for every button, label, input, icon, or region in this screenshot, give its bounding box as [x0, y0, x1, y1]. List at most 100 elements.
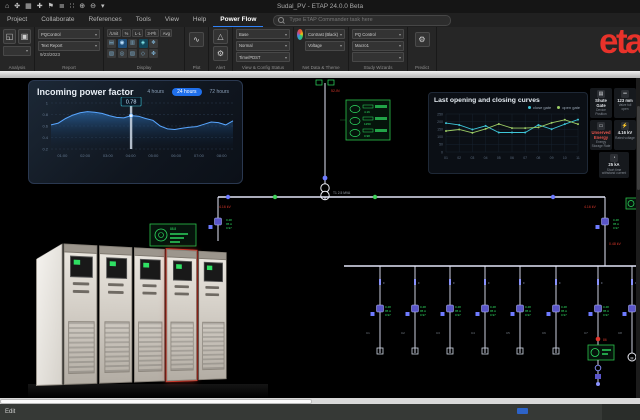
svg-text:09: 09	[550, 156, 554, 160]
switchgear-cabinet-5[interactable]	[198, 251, 227, 380]
svg-text:0.97: 0.97	[420, 313, 426, 317]
range-tab-4-hours[interactable]: 4 hours	[142, 88, 169, 96]
asset-info-panel: ▤Shute GateDevice Position═123 mmValve f…	[590, 88, 638, 178]
ribbon: ◱▣ ▾AnalysisPQControl▾Text Report▾9/23/2…	[0, 27, 640, 72]
ribbon-group-view-config-status: Base▾Normal▾Time/PDST▾View & Config Stat…	[233, 27, 294, 71]
range-tab-24-hours[interactable]: 24 hours	[172, 88, 201, 96]
search-input[interactable]	[287, 16, 446, 24]
svg-text:150: 150	[437, 128, 443, 132]
info-tile-subtitle: Energy Storage Rate	[591, 141, 611, 148]
svg-text:F: F	[601, 281, 603, 285]
theme-dropdown-contrast-black-[interactable]: Contrast (Black)▾	[305, 29, 345, 39]
analysis-icon[interactable]: ◱	[3, 29, 16, 44]
ribbon-dropdown-time-pdst[interactable]: Time/PDST▾	[236, 52, 290, 62]
color-wheel-icon[interactable]	[297, 29, 303, 40]
ribbon-group-report: PQControl▾Text Report▾9/23/2023Report	[35, 27, 104, 71]
info-tile-1[interactable]: ▤Shute GateDevice Position	[590, 88, 612, 118]
report-dropdown-1[interactable]: Text Report▾	[38, 41, 100, 51]
status-corner	[602, 404, 640, 420]
menu-item-view[interactable]: View	[158, 13, 186, 26]
display-option-Avg[interactable]: Avg	[160, 29, 172, 37]
display-icon[interactable]: ✤	[149, 49, 158, 58]
display-icon[interactable]: ▧	[107, 49, 116, 58]
svg-text:02: 02	[457, 156, 461, 160]
cabinet-handle	[206, 286, 220, 289]
svg-text:0.97: 0.97	[603, 313, 609, 317]
display-option-LL[interactable]: L-L	[132, 29, 143, 37]
ribbon-dropdown-pq-control[interactable]: PQ Control▾	[352, 29, 404, 39]
cabinet-handle	[108, 291, 123, 294]
power-factor-range-tabs: 4 hours24 hours 72 hours	[142, 88, 234, 96]
display-option-Unit[interactable]: /Unit	[107, 29, 121, 37]
svg-text:0.98: 0.98	[364, 134, 370, 138]
display-icon[interactable]: ▥	[128, 39, 137, 48]
ruler-icon: ═	[621, 90, 629, 98]
display-option-[interactable]: %	[122, 29, 131, 37]
report-dropdown-0[interactable]: PQControl▾	[38, 29, 100, 39]
menu-item-tools[interactable]: Tools	[129, 13, 158, 26]
menu-item-collaborate[interactable]: Collaborate	[34, 13, 81, 26]
theme-dropdown-voltage[interactable]: Voltage▾	[305, 41, 345, 51]
svg-text:F: F	[488, 281, 490, 285]
switchgear-cabinet-3[interactable]	[134, 247, 165, 382]
svg-text:11: 11	[576, 156, 580, 160]
display-icon[interactable]: ❖	[149, 39, 158, 48]
menu-item-project[interactable]: Project	[0, 13, 34, 26]
svg-text:02:00: 02:00	[80, 153, 91, 158]
switchgear-3d-view[interactable]	[28, 226, 268, 398]
oneline-canvas[interactable]: 52-IN4.1612500.98T1 2.5 MVA4.16 kV4.16 k…	[0, 78, 640, 398]
display-icon[interactable]: ◉	[118, 39, 127, 48]
svg-text:4.16 kV: 4.16 kV	[584, 205, 597, 209]
svg-text:86: 86	[603, 338, 607, 342]
ribbon-dropdown-[interactable]: ▾	[352, 52, 404, 62]
display-icon[interactable]: ◎	[118, 49, 127, 58]
power-factor-chart[interactable]: 10.80.60.40.201:0002:0003:0004:0005:0006…	[37, 97, 236, 169]
range-tab-72-hours[interactable]: 72 hours	[205, 88, 234, 96]
svg-text:1: 1	[46, 101, 49, 106]
tab-power-flow[interactable]: Power Flow	[213, 13, 263, 28]
ribbon-dropdown-normal[interactable]: Normal▾	[236, 41, 290, 51]
svg-text:0.97: 0.97	[525, 313, 531, 317]
analysis-icon[interactable]: ▣	[18, 29, 31, 44]
display-icon[interactable]: ◇	[139, 49, 148, 58]
info-tile-3[interactable]: ▭Unserved EnergyEnergy Storage Rate	[590, 120, 612, 150]
svg-text:01:00: 01:00	[57, 153, 68, 158]
menu-item-references[interactable]: References	[81, 13, 128, 26]
battery-icon: ▭	[597, 122, 605, 130]
svg-text:C1: C1	[366, 331, 370, 335]
alert-settings-icon[interactable]: ⚙	[213, 46, 228, 61]
cabinet-display	[106, 257, 127, 279]
display-icon[interactable]: ▨	[128, 49, 137, 58]
info-tile-2[interactable]: ═123 mmValve full open	[614, 88, 636, 118]
svg-text:05:00: 05:00	[148, 153, 159, 158]
display-option-3Ph[interactable]: 3-Ph	[145, 29, 159, 37]
ribbon-dropdown-base[interactable]: Base▾	[236, 29, 290, 39]
display-icon[interactable]: ◈	[139, 39, 148, 48]
plot-icon[interactable]: ∿	[189, 32, 204, 47]
ribbon-dropdown-macro1[interactable]: Macro1▾	[352, 41, 404, 51]
cabinet-handle	[175, 292, 189, 295]
switchgear-cabinet-1[interactable]	[64, 243, 98, 385]
svg-text:08: 08	[536, 156, 540, 160]
analysis-dropdown[interactable]: ▾	[3, 46, 31, 56]
switchgear-cabinet-2[interactable]	[99, 245, 132, 383]
gate-curves-chart[interactable]: 0102030405060708091011250200150100500	[434, 110, 582, 168]
predict-icon[interactable]: ⚙	[415, 32, 430, 47]
cabinet-handle	[108, 283, 123, 286]
window-title: Sudal_PV - ETAP 24.0.0 Beta	[0, 3, 640, 10]
svg-text:M: M	[631, 356, 634, 360]
info-tile-5[interactable]: ◔25 kAShort time withstand current	[599, 152, 629, 177]
cabinet-handle	[175, 285, 189, 288]
menu-item-help[interactable]: Help	[186, 13, 213, 26]
svg-text:100: 100	[437, 135, 443, 139]
svg-text:0.2: 0.2	[42, 147, 48, 152]
title-bar: ⌂✤▦✚⚑≣∷⊕⊖▾ Sudal_PV - ETAP 24.0.0 Beta	[0, 0, 640, 13]
commander-search[interactable]	[273, 15, 451, 26]
svg-text:05: 05	[497, 156, 501, 160]
alert-bell-icon[interactable]: △	[213, 29, 228, 44]
power-factor-title: Incoming power factor	[37, 87, 134, 97]
info-tile-4[interactable]: ⚡4.16 kVRated voltage	[614, 120, 636, 150]
display-icon[interactable]: ▤	[107, 39, 116, 48]
vertical-scrollbar[interactable]	[636, 78, 640, 398]
switchgear-cabinet-4[interactable]	[167, 249, 197, 381]
